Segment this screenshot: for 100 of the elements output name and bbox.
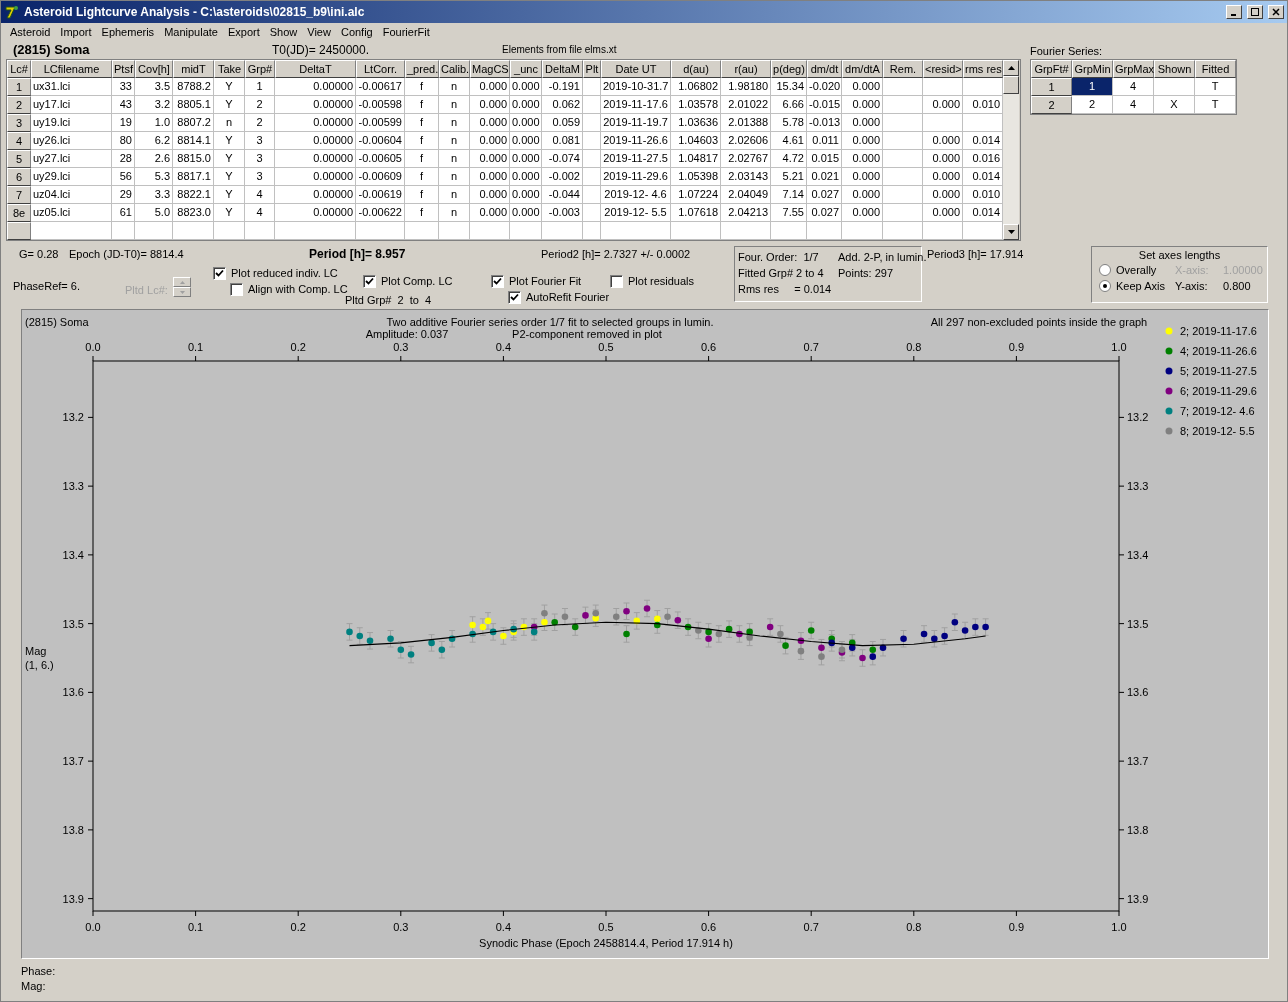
- table-cell: uy19.lci: [31, 114, 112, 132]
- table-cell: Y: [214, 78, 245, 96]
- y-tick-label: 13.2: [1127, 411, 1149, 424]
- table-cell: 5.3: [135, 168, 173, 186]
- table-cell: 0.000: [510, 96, 542, 114]
- x-tick-label: 0.5: [598, 921, 614, 933]
- amplitude-text: Amplitude: 0.037: [365, 328, 449, 340]
- table-cell: 0.000: [923, 204, 963, 222]
- table-cell: 0.00000: [275, 132, 356, 150]
- table-cell: 0.000: [842, 96, 883, 114]
- table-cell: 2019-12- 4.6: [601, 186, 671, 204]
- g-text: G= 0.28: [19, 247, 59, 262]
- x-tick-label: 0.8: [906, 341, 922, 353]
- fit-info-text: Add. 2-P, in lumin.: [838, 250, 927, 265]
- table-cell: 33: [112, 78, 135, 96]
- table-cell: f: [405, 150, 439, 168]
- table-cell: 0.000: [923, 132, 963, 150]
- table-cell: uy27.lci: [31, 150, 112, 168]
- table-cell: 3.2: [135, 96, 173, 114]
- table-cell: 3: [245, 168, 275, 186]
- radio-label: Overally: [1116, 263, 1157, 278]
- table-cell: 0.000: [470, 132, 510, 150]
- table-cell: 8805.1: [173, 96, 214, 114]
- x-axis-label: Synodic Phase (Epoch 2458814.4, Period 17.914 h): [479, 937, 733, 949]
- phase-readout: Phase:: [21, 964, 57, 979]
- table-cell: 29: [112, 186, 135, 204]
- window-title: Asteroid Lightcurve Analysis - C:\asteroids\02815_b9\ini.alc: [24, 4, 366, 21]
- table-cell: 0.000: [923, 186, 963, 204]
- table-cell: 8822.1: [173, 186, 214, 204]
- legend-label: 4; 2019-11-26.6: [1180, 345, 1257, 357]
- table-cell: 1.06802: [671, 78, 721, 96]
- checkbox-label: Align with Comp. LC: [248, 282, 348, 296]
- legend-label: 8; 2019-12- 5.5: [1180, 425, 1255, 437]
- table-cell: 0.000: [842, 204, 883, 222]
- table-cell: Y: [214, 186, 245, 204]
- table-cell: 0.000: [510, 78, 542, 96]
- table-cell: 0.000: [842, 150, 883, 168]
- table-cell: 0.021: [807, 168, 842, 186]
- table-cell: 0.010: [963, 96, 1003, 114]
- table-cell: 56: [112, 168, 135, 186]
- table-cell: 0.014: [963, 168, 1003, 186]
- x-tick-label: 0.0: [85, 341, 101, 353]
- table-cell: f: [405, 204, 439, 222]
- table-cell: 0.00000: [275, 168, 356, 186]
- table-cell: 2.03143: [721, 168, 771, 186]
- table-cell: -0.00622: [356, 204, 405, 222]
- epoch-text: Epoch (JD-T0)= 8814.4: [69, 247, 184, 262]
- pltd-grp-text: Pltd Grp# 2 to 4: [345, 293, 432, 308]
- y-tick-label: 13.6: [1127, 686, 1149, 699]
- table-cell: 0.00000: [275, 114, 356, 132]
- table-cell: n: [439, 78, 470, 96]
- table-cell: ux31.lci: [31, 78, 112, 96]
- table-cell: Y: [214, 150, 245, 168]
- x-tick-label: 0.3: [393, 341, 409, 353]
- table-cell: 2019-12- 5.5: [601, 204, 671, 222]
- table-cell: 0.016: [963, 150, 1003, 168]
- group-title: Set axes lengths: [1137, 248, 1222, 262]
- plot-title: Two additive Fourier series order 1/7 fit to selected groups in lumin.: [386, 316, 714, 328]
- checkbox-label: Plot reduced indiv. LC: [231, 266, 338, 281]
- table-cell: uy29.lci: [31, 168, 112, 186]
- table-cell: Y: [214, 168, 245, 186]
- table-cell: 0.015: [807, 150, 842, 168]
- table-cell: 0.000: [510, 204, 542, 222]
- x-tick-label: 0.2: [290, 341, 306, 353]
- table-cell: 3.3: [135, 186, 173, 204]
- table-cell: 2.04213: [721, 204, 771, 222]
- table-cell: 1.03578: [671, 96, 721, 114]
- table-cell: f: [405, 168, 439, 186]
- table-cell: 0.00000: [275, 150, 356, 168]
- table-cell: 61: [112, 204, 135, 222]
- y-axis-value: 0.800: [1223, 279, 1252, 294]
- object-name: (2815) Soma: [12, 40, 91, 59]
- y-tick-label: 13.9: [1127, 892, 1149, 905]
- table-cell: 5.21: [771, 168, 807, 186]
- table-cell: Y: [214, 204, 245, 222]
- y-tick-label: 13.9: [62, 892, 84, 905]
- table-cell: -0.015: [807, 96, 842, 114]
- object-name: (2815) Soma: [25, 316, 89, 328]
- y-axis-label: (1, 6.): [25, 659, 54, 671]
- fit-info-text: Rms res = 0.014: [738, 282, 833, 297]
- fit-info-text: Four. Order: 1/7: [738, 250, 820, 265]
- x-tick-label: 0.0: [85, 921, 101, 933]
- table-cell: 8823.0: [173, 204, 214, 222]
- phase-ref-text: PhaseRef= 6.: [13, 279, 80, 294]
- table-cell: 6.2: [135, 132, 173, 150]
- checkbox-label: Plot Comp. LC: [381, 274, 453, 289]
- table-cell: 0.000: [470, 204, 510, 222]
- table-cell: Y: [214, 132, 245, 150]
- x-tick-label: 0.5: [598, 341, 614, 353]
- table-cell: 0.081: [542, 132, 583, 150]
- table-cell: -0.020: [807, 78, 842, 96]
- checkbox-label: Plot Fourier Fit: [509, 274, 582, 289]
- legend-label: 7; 2019-12- 4.6: [1180, 405, 1255, 417]
- table-cell: 1.04603: [671, 132, 721, 150]
- x-tick-label: 0.4: [495, 341, 512, 353]
- table-cell: 28: [112, 150, 135, 168]
- x-tick-label: 0.7: [803, 921, 819, 933]
- t0-text: T0(JD)= 2450000.: [272, 42, 371, 59]
- table-cell: n: [439, 186, 470, 204]
- table-cell: 0.000: [923, 168, 963, 186]
